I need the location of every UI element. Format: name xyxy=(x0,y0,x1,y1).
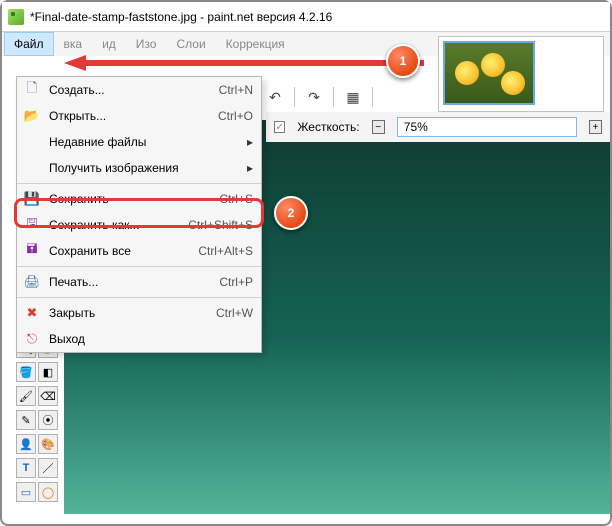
rect-tool-icon[interactable]: ▭ xyxy=(16,482,36,502)
annotation-callout-1: 1 xyxy=(386,44,420,78)
print-icon: 🖨 xyxy=(21,274,43,290)
menu-item-save-all[interactable]: 🖬 Сохранить все Ctrl+Alt+S xyxy=(17,238,261,264)
menu-separator xyxy=(17,183,261,184)
menu-view[interactable]: ид xyxy=(92,32,126,56)
menu-item-recent[interactable]: Недавние файлы xyxy=(17,129,261,155)
menu-item-exit[interactable]: ⎋ Выход xyxy=(17,326,261,352)
flower-icon xyxy=(481,53,505,77)
menu-item-save[interactable]: 💾 Сохранить Ctrl+S xyxy=(17,186,261,212)
brush-tool-icon[interactable]: 🖌 xyxy=(16,386,36,406)
clone-tool-icon[interactable]: 👤 xyxy=(16,434,36,454)
menu-item-print[interactable]: 🖨 Печать... Ctrl+P xyxy=(17,269,261,295)
toolbar-strip: ↶ ↷ ▦ xyxy=(266,82,373,112)
flower-icon xyxy=(501,71,525,95)
menu-image[interactable]: Изо xyxy=(126,32,167,56)
menu-file[interactable]: Файл xyxy=(4,32,54,56)
image-list xyxy=(438,36,604,112)
menu-separator xyxy=(17,266,261,267)
bucket-tool-icon[interactable]: 🪣 xyxy=(16,362,36,382)
options-bar: ✓ Жесткость: − 75% + xyxy=(266,112,610,142)
hardness-increase[interactable]: + xyxy=(589,120,602,134)
image-thumbnail[interactable] xyxy=(443,41,535,105)
new-file-icon: 🗋 xyxy=(21,79,43,101)
picker-tool-icon[interactable]: ⦿ xyxy=(38,410,58,430)
file-menu-dropdown: 🗋 Создать... Ctrl+N 📂 Открыть... Ctrl+O … xyxy=(16,76,262,353)
menu-item-new[interactable]: 🗋 Создать... Ctrl+N xyxy=(17,77,261,103)
save-as-icon: 🖫 xyxy=(21,214,43,236)
hardness-decrease[interactable]: − xyxy=(372,120,385,134)
separator xyxy=(294,87,295,107)
app-icon xyxy=(8,9,24,25)
menu-item-save-as[interactable]: 🖫 Сохранить как... Ctrl+Shift+S xyxy=(17,212,261,238)
menu-adjust[interactable]: Коррекция xyxy=(216,32,295,56)
tool-palette: 🔍 ✋ 🪣 ◧ 🖌 ⌫ ✎ ⦿ 👤 🎨 T ／ ▭ ◯ xyxy=(16,338,60,502)
menu-item-close[interactable]: ✖ Закрыть Ctrl+W xyxy=(17,300,261,326)
hardness-value[interactable]: 75% xyxy=(397,117,577,137)
line-tool-icon[interactable]: ／ xyxy=(38,458,58,478)
menu-edit[interactable]: вка xyxy=(54,32,93,56)
hardness-label: Жесткость: xyxy=(297,120,359,134)
close-icon: ✖ xyxy=(21,305,43,321)
annotation-arrow xyxy=(64,55,424,71)
open-folder-icon: 📂 xyxy=(21,108,43,124)
gradient-tool-icon[interactable]: ◧ xyxy=(38,362,58,382)
flower-icon xyxy=(455,61,479,85)
grid-icon[interactable]: ▦ xyxy=(344,88,362,106)
window-titlebar: *Final-date-stamp-faststone.jpg - paint.… xyxy=(2,2,610,32)
save-icon: 💾 xyxy=(21,191,43,207)
exit-icon: ⎋ xyxy=(21,331,43,347)
ellipse-tool-icon[interactable]: ◯ xyxy=(38,482,58,502)
separator xyxy=(333,87,334,107)
recolor-tool-icon[interactable]: 🎨 xyxy=(38,434,58,454)
menu-item-open[interactable]: 📂 Открыть... Ctrl+O xyxy=(17,103,261,129)
annotation-callout-2: 2 xyxy=(274,196,308,230)
eraser-tool-icon[interactable]: ⌫ xyxy=(38,386,58,406)
pencil-tool-icon[interactable]: ✎ xyxy=(16,410,36,430)
menu-separator xyxy=(17,297,261,298)
undo-icon[interactable]: ↶ xyxy=(266,88,284,106)
antialias-checkbox[interactable]: ✓ xyxy=(274,121,285,133)
redo-icon[interactable]: ↷ xyxy=(305,88,323,106)
menu-layers[interactable]: Слои xyxy=(166,32,215,56)
separator xyxy=(372,87,373,107)
text-tool-icon[interactable]: T xyxy=(16,458,36,478)
menu-item-acquire[interactable]: Получить изображения xyxy=(17,155,261,181)
save-all-icon: 🖬 xyxy=(21,240,43,262)
window-title: *Final-date-stamp-faststone.jpg - paint.… xyxy=(30,10,332,24)
